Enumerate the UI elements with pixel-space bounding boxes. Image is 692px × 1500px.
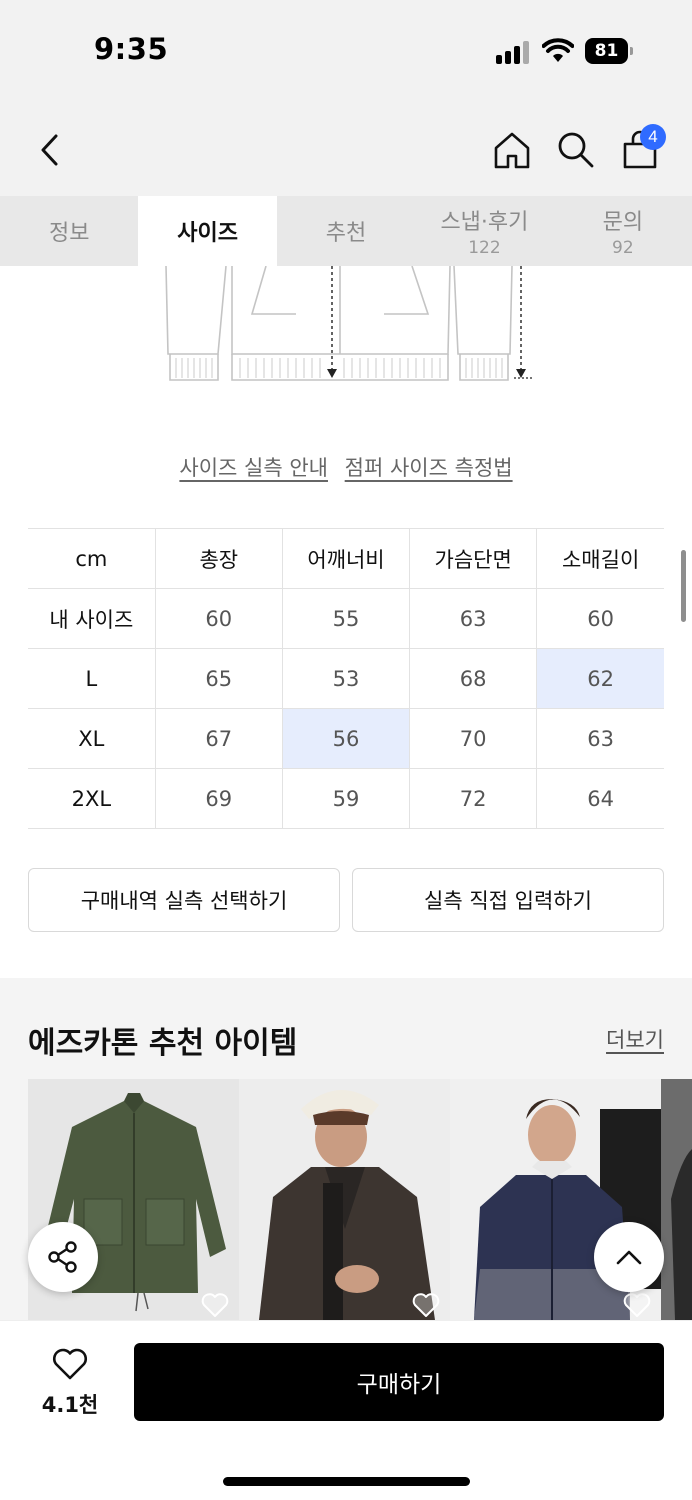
- tab-label: 사이즈: [177, 221, 238, 246]
- share-icon: [48, 1241, 77, 1273]
- table-cell: 60: [154, 588, 283, 649]
- table-cell: 67: [154, 708, 283, 769]
- size-table: cm 총장 어깨너비 가슴단면 소매길이 내 사이즈 60 55 63 60 L…: [28, 528, 664, 829]
- size-guide-link[interactable]: 사이즈 실측 안내: [179, 456, 328, 480]
- buy-button[interactable]: 구매하기: [134, 1343, 664, 1421]
- back-button[interactable]: [28, 126, 72, 174]
- battery-icon: 81: [585, 38, 633, 64]
- row-label: L: [28, 648, 156, 709]
- product-card[interactable]: [239, 1079, 450, 1320]
- tab-size[interactable]: 사이즈: [138, 196, 277, 266]
- recommend-section: 에즈카톤 추천 아이템 더보기: [0, 978, 692, 1320]
- more-link[interactable]: 더보기: [606, 1024, 664, 1054]
- search-button[interactable]: [554, 126, 598, 174]
- table-cell: 60: [536, 588, 664, 649]
- tab-label: 스냅·후기: [440, 210, 529, 235]
- row-label: XL: [28, 708, 156, 769]
- heart-icon[interactable]: [201, 1292, 229, 1318]
- recommend-carousel[interactable]: [28, 1079, 692, 1320]
- home-button[interactable]: [490, 126, 534, 174]
- search-icon: [558, 132, 594, 168]
- size-diagram: [165, 266, 532, 381]
- scrollbar[interactable]: [681, 550, 686, 622]
- like-button[interactable]: 4.1천: [30, 1347, 110, 1419]
- table-header-cell: 소매길이: [536, 528, 664, 589]
- table-header-cell: 가슴단면: [409, 528, 537, 589]
- status-bar: 9:35 81: [0, 0, 692, 100]
- tab-label: 정보: [48, 221, 90, 246]
- table-cell-highlighted: 62: [536, 648, 664, 709]
- table-row: XL 67 56 70 63: [28, 708, 664, 769]
- product-card[interactable]: [661, 1079, 692, 1320]
- table-row: 2XL 69 59 72 64: [28, 768, 664, 829]
- cart-count-badge: 4: [640, 124, 666, 150]
- heart-icon[interactable]: [623, 1292, 651, 1318]
- table-cell: 53: [281, 648, 410, 709]
- tab-info[interactable]: 정보: [0, 196, 138, 266]
- tab-count: 92: [612, 238, 634, 258]
- table-cell: 63: [409, 588, 537, 649]
- tab-inquiry[interactable]: 문의 92: [554, 196, 692, 266]
- table-cell: 69: [154, 768, 283, 829]
- product-tabs: 정보 사이즈 추천 스냅·후기 122 문의 92: [0, 196, 692, 266]
- direct-input-button[interactable]: 실측 직접 입력하기: [352, 868, 664, 932]
- share-button[interactable]: [28, 1222, 98, 1292]
- table-cell: 59: [281, 768, 410, 829]
- back-icon: [41, 134, 58, 166]
- home-indicator: [223, 1477, 470, 1486]
- size-action-buttons: 구매내역 실측 선택하기 실측 직접 입력하기: [28, 868, 664, 932]
- cellular-signal-icon: [496, 40, 532, 64]
- table-cell: 72: [409, 768, 537, 829]
- table-cell-highlighted: 56: [281, 708, 410, 769]
- bottom-purchase-bar: 4.1천 구매하기: [0, 1320, 692, 1500]
- table-header-cell: 어깨너비: [281, 528, 410, 589]
- like-count: 4.1천: [41, 1393, 99, 1417]
- table-header-row: cm 총장 어깨너비 가슴단면 소매길이: [28, 528, 664, 589]
- row-label: 2XL: [28, 768, 156, 829]
- table-row: L 65 53 68 62: [28, 648, 664, 709]
- tab-label: 문의: [602, 210, 644, 235]
- table-cell: 64: [536, 768, 664, 829]
- row-label: 내 사이즈: [28, 588, 156, 649]
- table-header-cell: 총장: [154, 528, 283, 589]
- recommend-title: 에즈카톤 추천 아이템: [28, 1026, 298, 1061]
- product-image: [239, 1079, 450, 1320]
- select-purchase-history-button[interactable]: 구매내역 실측 선택하기: [28, 868, 340, 932]
- size-guide-links: 사이즈 실측 안내 점퍼 사이즈 측정법: [0, 452, 692, 482]
- table-cell: 70: [409, 708, 537, 769]
- jumper-measure-link[interactable]: 점퍼 사이즈 측정법: [345, 456, 513, 480]
- scroll-top-button[interactable]: [594, 1222, 664, 1292]
- tab-label: 추천: [325, 221, 367, 246]
- table-cell: 68: [409, 648, 537, 709]
- tab-count: 122: [468, 238, 501, 258]
- heart-icon: [53, 1348, 87, 1380]
- top-nav-bar: 4: [0, 100, 692, 196]
- chevron-up-icon: [616, 1250, 642, 1265]
- status-time: 9:35: [94, 32, 169, 66]
- battery-level: 81: [585, 38, 628, 64]
- table-cell: 65: [154, 648, 283, 709]
- table-header-cell: cm: [28, 528, 156, 589]
- product-image: [661, 1079, 692, 1320]
- table-row: 내 사이즈 60 55 63 60: [28, 588, 664, 649]
- tab-recommend[interactable]: 추천: [277, 196, 415, 266]
- table-cell: 63: [536, 708, 664, 769]
- table-cell: 55: [281, 588, 410, 649]
- cart-button[interactable]: 4: [618, 124, 666, 174]
- tab-snap-review[interactable]: 스냅·후기 122: [415, 196, 553, 266]
- home-icon: [494, 132, 530, 169]
- heart-icon[interactable]: [412, 1292, 440, 1318]
- wifi-icon: [542, 38, 574, 62]
